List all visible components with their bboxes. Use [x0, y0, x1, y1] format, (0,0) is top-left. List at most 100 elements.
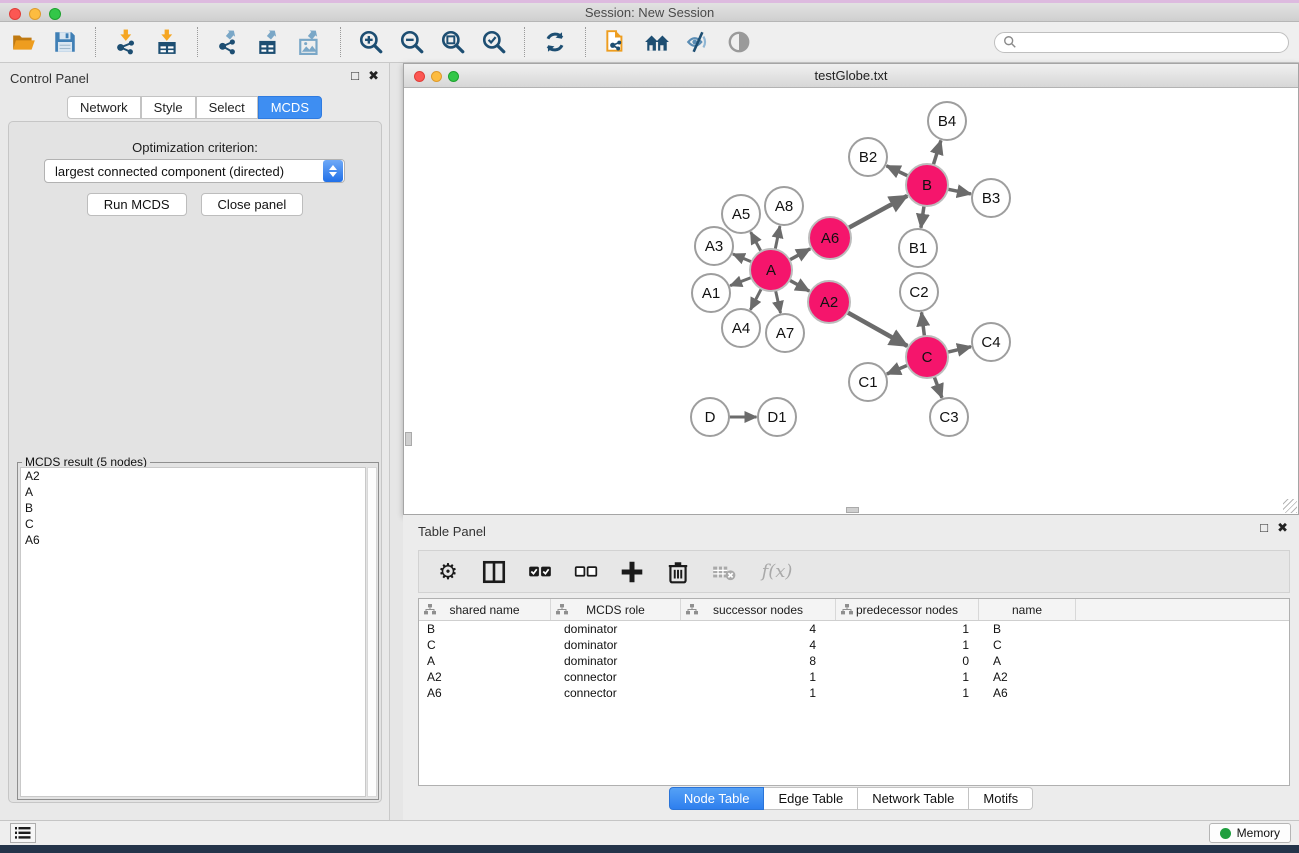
mcds-result-item[interactable]: A2 [21, 468, 365, 484]
run-mcds-button[interactable]: Run MCDS [87, 193, 187, 216]
tab-network-table[interactable]: Network Table [858, 787, 969, 810]
edge-A-A2[interactable] [789, 280, 809, 291]
graph-node-C1[interactable]: C1 [849, 363, 887, 401]
vertical-scrollbar-thumb[interactable] [405, 432, 412, 446]
close-window-button[interactable] [414, 71, 425, 82]
graph-node-C3[interactable]: C3 [930, 398, 968, 436]
edge-C-C2[interactable] [922, 312, 925, 336]
float-panel-icon[interactable]: □ [351, 69, 359, 83]
table-row[interactable]: Bdominator41B [419, 621, 1289, 637]
delete-table-icon[interactable] [711, 559, 737, 585]
select-all-columns-icon[interactable] [527, 559, 553, 585]
tab-node-table[interactable]: Node Table [669, 787, 765, 810]
zoom-selected-icon[interactable] [480, 28, 508, 56]
zoom-fit-icon[interactable] [439, 28, 467, 56]
mcds-result-item[interactable]: A6 [21, 532, 365, 548]
edge-B-B2[interactable] [887, 166, 909, 176]
tab-motifs[interactable]: Motifs [969, 787, 1033, 810]
float-panel-icon[interactable]: □ [1260, 521, 1268, 535]
search-box[interactable] [994, 32, 1289, 53]
edge-C-C3[interactable] [934, 377, 942, 398]
minimize-window-button[interactable] [431, 71, 442, 82]
graph-node-D1[interactable]: D1 [758, 398, 796, 436]
tab-select[interactable]: Select [196, 96, 258, 119]
zoom-in-icon[interactable] [357, 28, 385, 56]
import-network-icon[interactable] [112, 28, 140, 56]
import-table-icon[interactable] [153, 28, 181, 56]
open-session-icon[interactable] [10, 28, 38, 56]
column-header-shared-name[interactable]: shared name [419, 599, 551, 620]
tab-style[interactable]: Style [141, 96, 196, 119]
graph-node-B4[interactable]: B4 [928, 102, 966, 140]
edge-A-A5[interactable] [751, 232, 761, 251]
network-graph-canvas[interactable]: B4B2BB3A8A5A6A3B1AA1C2A2A4A7C4CC1C3DD1 [404, 88, 1298, 514]
edge-B-B3[interactable] [948, 189, 971, 194]
table-settings-gear-icon[interactable]: ⚙ [435, 559, 461, 585]
edge-C-C4[interactable] [947, 347, 971, 353]
graph-node-C4[interactable]: C4 [972, 323, 1010, 361]
column-header-successor-nodes[interactable]: successor nodes [681, 599, 836, 620]
edge-B-B1[interactable] [921, 206, 924, 228]
edge-A-A4[interactable] [750, 289, 761, 310]
edge-A-A3[interactable] [733, 254, 752, 262]
edge-A-A6[interactable] [789, 249, 810, 260]
network-window-titlebar[interactable]: testGlobe.txt [404, 64, 1298, 88]
graph-node-B1[interactable]: B1 [899, 229, 937, 267]
search-input[interactable] [1022, 35, 1280, 49]
tab-edge-table[interactable]: Edge Table [764, 787, 858, 810]
close-panel-icon[interactable]: ✖ [368, 69, 379, 83]
clone-network-icon[interactable] [602, 28, 630, 56]
refresh-icon[interactable] [541, 28, 569, 56]
delete-column-trash-icon[interactable] [665, 559, 691, 585]
tab-network[interactable]: Network [67, 96, 141, 119]
mcds-result-list[interactable]: A2ABCA6 [20, 467, 366, 797]
graph-node-D[interactable]: D [691, 398, 729, 436]
optimization-criterion-dropdown[interactable]: largest connected component (directed) [44, 159, 345, 183]
edge-A6-B[interactable] [848, 196, 907, 228]
minimize-window-button[interactable] [29, 8, 41, 20]
edge-A-A8[interactable] [775, 226, 780, 249]
close-window-button[interactable] [9, 8, 21, 20]
graph-node-A1[interactable]: A1 [692, 274, 730, 312]
mcds-list-scrollbar[interactable] [367, 467, 377, 797]
unselect-all-columns-icon[interactable] [573, 559, 599, 585]
zoom-window-button[interactable] [49, 8, 61, 20]
table-row[interactable]: Cdominator41C [419, 637, 1289, 653]
horizontal-scrollbar-thumb[interactable] [846, 507, 859, 513]
column-header-predecessor-nodes[interactable]: predecessor nodes [836, 599, 979, 620]
edge-A-A1[interactable] [730, 278, 751, 286]
zoom-window-button[interactable] [448, 71, 459, 82]
graph-node-A6[interactable]: A6 [809, 217, 851, 259]
show-columns-icon[interactable] [481, 559, 507, 585]
zoom-out-icon[interactable] [398, 28, 426, 56]
resize-grip[interactable] [1283, 499, 1297, 513]
mcds-result-item[interactable]: B [21, 500, 365, 516]
graph-node-C[interactable]: C [906, 336, 948, 378]
table-row[interactable]: Adominator80A [419, 653, 1289, 669]
close-panel-icon[interactable]: ✖ [1277, 521, 1288, 535]
hide-graphics-details-icon[interactable] [684, 28, 712, 56]
graph-node-B2[interactable]: B2 [849, 138, 887, 176]
memory-button[interactable]: Memory [1209, 823, 1291, 843]
task-history-list-icon[interactable] [10, 823, 36, 843]
mcds-result-item[interactable]: A [21, 484, 365, 500]
graph-node-A2[interactable]: A2 [808, 281, 850, 323]
column-header-MCDS-role[interactable]: MCDS role [551, 599, 681, 620]
graph-node-A7[interactable]: A7 [766, 314, 804, 352]
graph-node-A4[interactable]: A4 [722, 309, 760, 347]
home-view-icon[interactable] [643, 28, 671, 56]
close-panel-button[interactable]: Close panel [201, 193, 304, 216]
tab-mcds[interactable]: MCDS [258, 96, 322, 119]
graph-node-A3[interactable]: A3 [695, 227, 733, 265]
edge-B-B4[interactable] [933, 141, 941, 165]
edge-A2-C[interactable] [847, 312, 907, 346]
edge-A-A7[interactable] [776, 290, 781, 312]
table-row[interactable]: A6connector11A6 [419, 685, 1289, 701]
graph-node-A8[interactable]: A8 [765, 187, 803, 225]
edge-C-C1[interactable] [887, 365, 908, 374]
graph-node-B3[interactable]: B3 [972, 179, 1010, 217]
export-network-icon[interactable] [214, 28, 242, 56]
show-graphics-details-icon[interactable] [725, 28, 753, 56]
graph-node-B[interactable]: B [906, 164, 948, 206]
mcds-result-item[interactable]: C [21, 516, 365, 532]
